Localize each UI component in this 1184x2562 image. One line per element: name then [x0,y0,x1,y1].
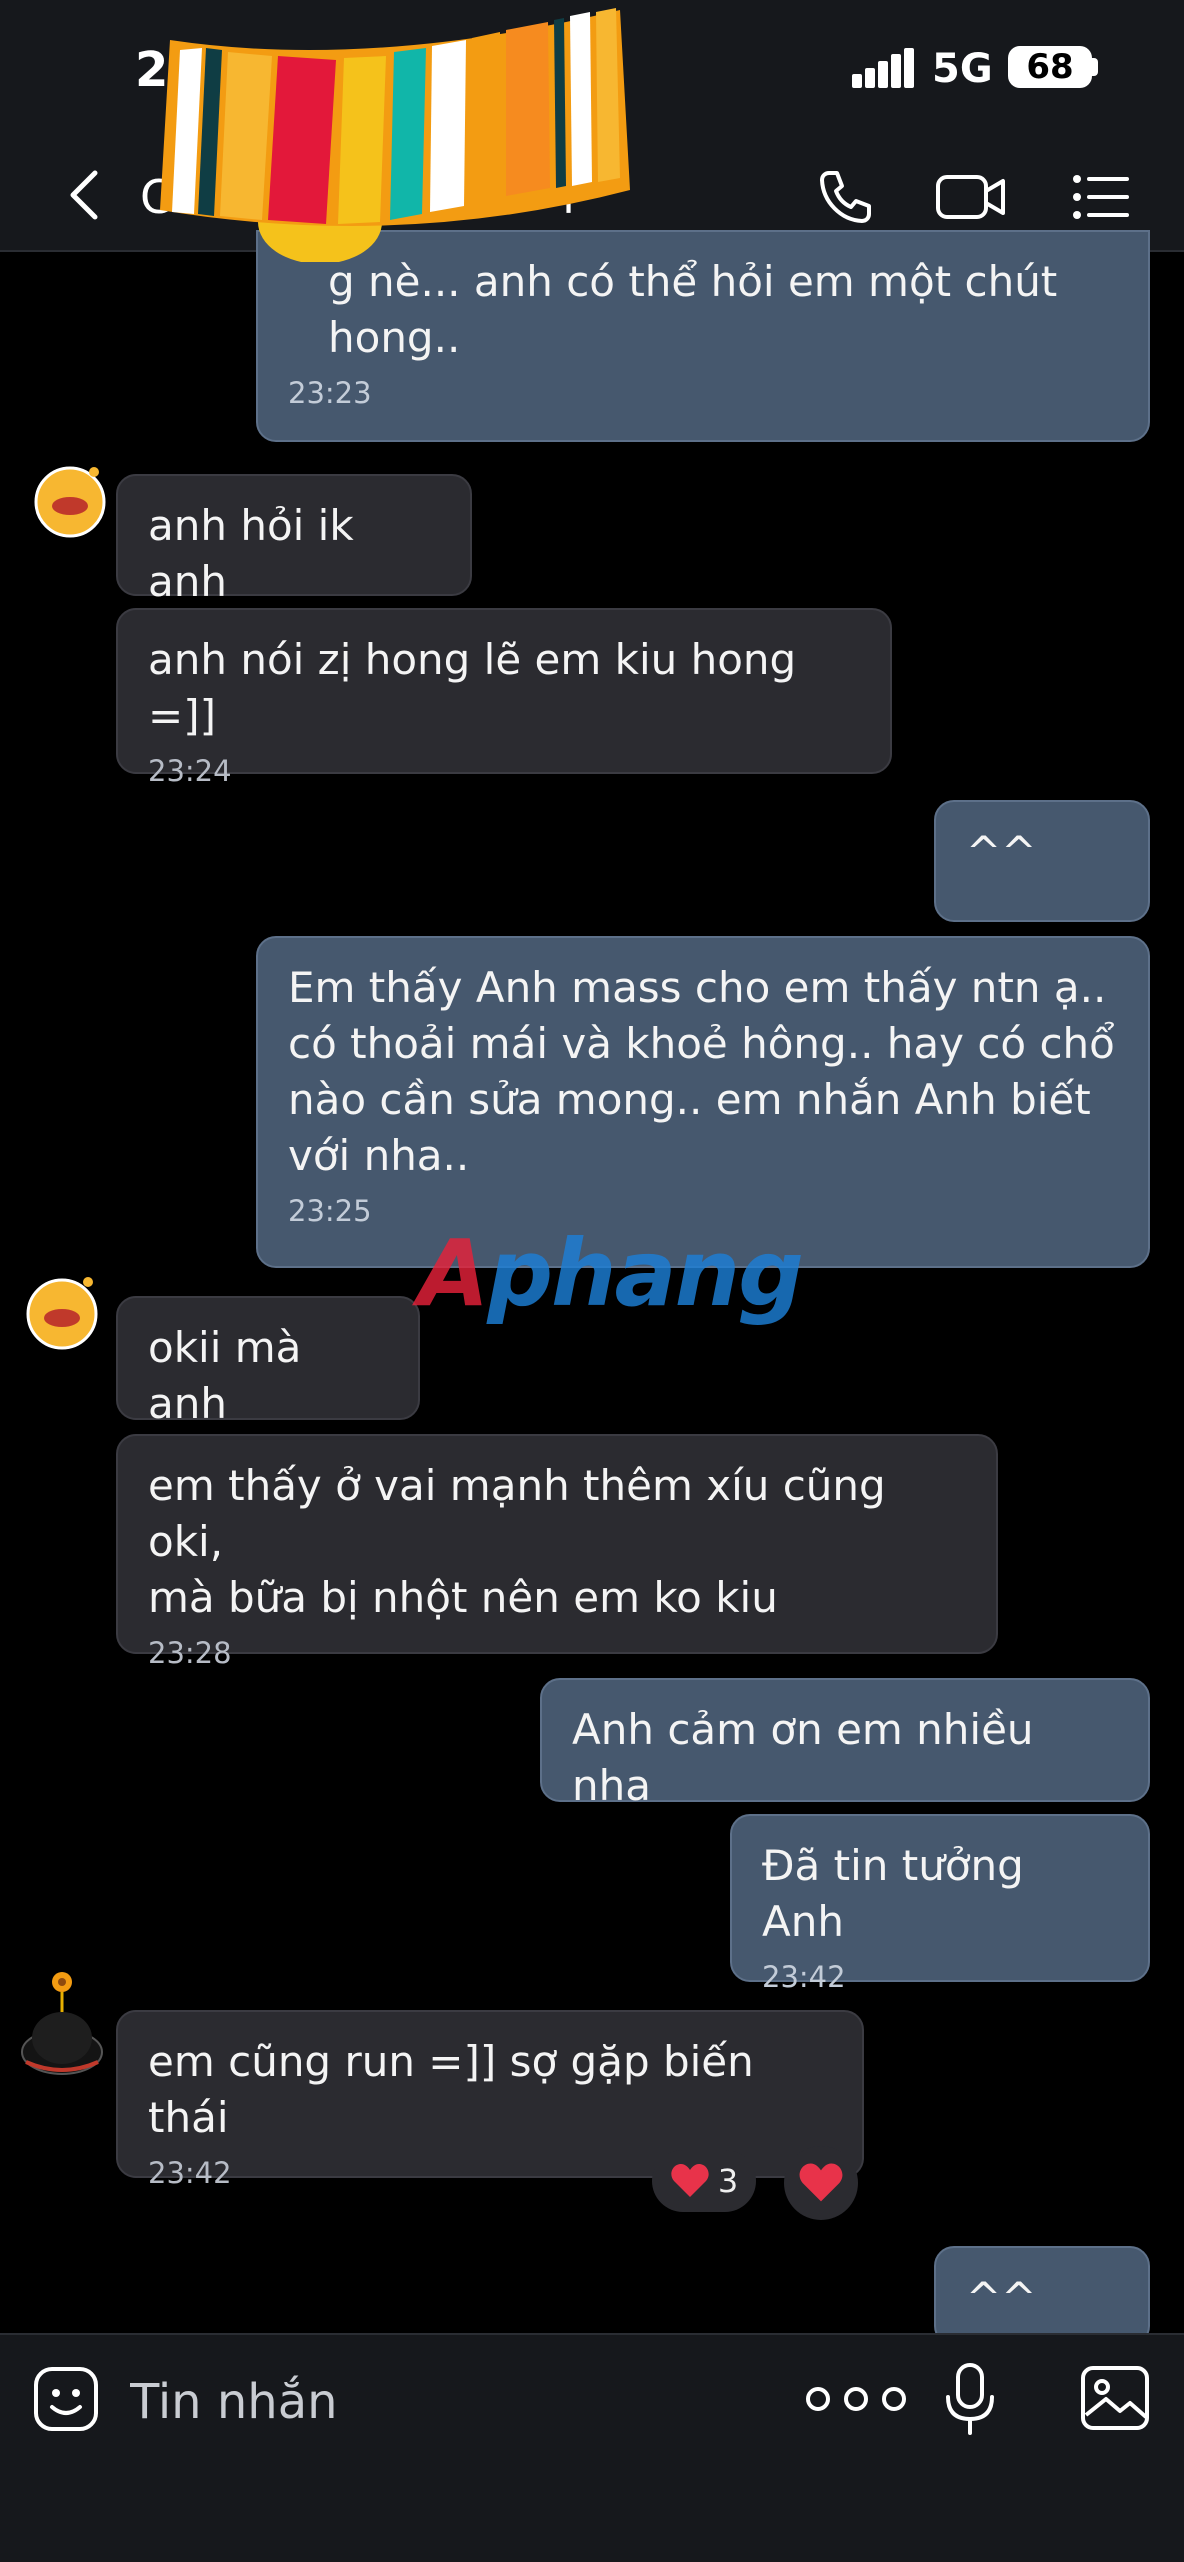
message-bubble-incoming[interactable]: em cũng run =]] sợ gặp biến thái 23:42 [116,2010,864,2190]
reaction-summary[interactable]: 3 [652,2150,756,2212]
reaction-count: 3 [717,2162,739,2200]
watermark-part1: A [418,1220,489,1327]
battery-tip [1092,58,1098,76]
message-text: ^^ [966,2273,1037,2322]
message-text: anh nói zị hong lẽ em kiu hong =]] [148,635,810,740]
more-options-button[interactable] [796,2369,916,2429]
message-text: Đã tin tưởng Anh [762,1841,1038,1946]
message-text: ^^ [966,827,1037,876]
more-dots-icon [806,2387,906,2411]
menu-button[interactable] [1064,160,1138,234]
voice-call-button[interactable] [808,160,882,234]
message-time: 23:24 [148,754,232,788]
network-type: 5G [932,46,993,92]
message-bubble-incoming[interactable]: anh hỏi ik anh [116,474,472,606]
message-text: okii mà anh [148,1323,315,1428]
microphone-icon [946,2363,994,2435]
contact-avatar[interactable] [14,1966,110,2084]
image-icon [1081,2366,1149,2430]
gallery-button[interactable] [1080,2365,1150,2431]
message-bubble-outgoing[interactable]: ^^ [934,800,1150,922]
message-text: em thấy ở vai mạnh thêm xíu cũng oki, mà… [148,1461,886,1622]
message-bubble-outgoing[interactable]: Anh cảm ơn em nhiều nha [540,1678,1150,1810]
message-time: 23:28 [148,1636,232,1670]
react-button[interactable] [784,2146,858,2220]
message-composer [0,2333,1184,2562]
message-text: g nè... anh có thể hỏi em một chút hong.… [328,257,1058,362]
list-menu-icon [1073,175,1129,219]
message-time: 23:23 [288,376,372,410]
message-bubble-outgoing[interactable]: Đã tin tưởng Anh 23:42 [730,1814,1150,1994]
message-bubble-incoming[interactable]: okii mà anh [116,1296,420,1428]
emoji-sticker-icon [34,2367,98,2431]
battery-level: 68 [1008,46,1092,88]
signal-icon [852,48,914,88]
heart-icon [671,2164,709,2197]
message-bubble-outgoing[interactable]: Em thấy Anh mass cho em thấy ntn ạ.. có … [256,936,1150,1268]
message-bubble-incoming[interactable]: em thấy ở vai mạnh thêm xíu cũng oki, mà… [116,1434,998,1670]
back-button[interactable] [50,160,120,230]
emoji-button[interactable] [32,2365,100,2433]
message-text: Anh cảm ơn em nhiều nha [572,1705,1047,1810]
video-camera-icon [936,175,1005,219]
phone-icon [820,171,871,223]
message-text: Em thấy Anh mass cho em thấy ntn ạ.. có … [288,963,1115,1180]
message-bubble-outgoing[interactable]: ^^ [934,2246,1150,2346]
voice-record-button[interactable] [940,2361,1000,2437]
message-text: em cũng run =]] sợ gặp biến thái [148,2037,768,2142]
watermark-part2: phang [487,1220,804,1327]
contact-avatar[interactable] [22,1270,104,1352]
message-time: 23:42 [762,1960,846,1994]
heart-icon [799,2163,843,2202]
contact-avatar[interactable] [30,458,112,540]
watermark: Aphang [418,1220,804,1327]
message-input[interactable] [128,2363,752,2441]
cover-sticker [160,8,630,262]
chevron-left-icon [70,170,98,220]
message-text: anh hỏi ik anh [148,501,368,606]
message-bubble-incoming[interactable]: anh nói zị hong lẽ em kiu hong =]] 23:24 [116,608,892,788]
video-call-button[interactable] [930,160,1012,234]
